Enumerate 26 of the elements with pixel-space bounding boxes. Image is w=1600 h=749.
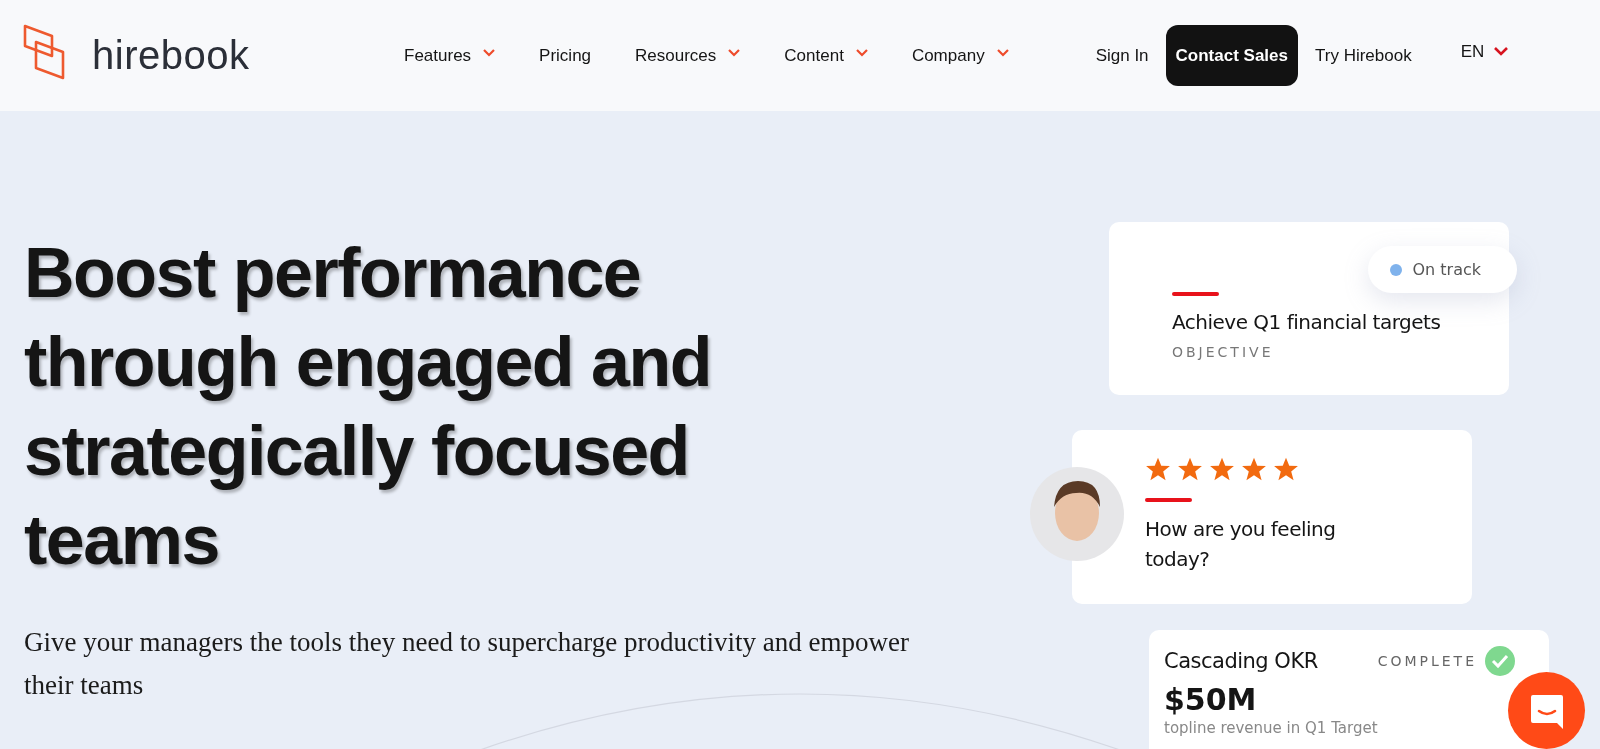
star-icon xyxy=(1209,456,1235,482)
nav-link[interactable]: Resources xyxy=(635,45,741,66)
nav-link[interactable]: Company xyxy=(911,45,1009,66)
star-icon xyxy=(1145,456,1171,482)
hero-subtitle: Give your managers the tools they need to supercharge productivity and empower their teams xyxy=(24,626,910,702)
star-icon xyxy=(1177,456,1203,482)
brand-name[interactable]: hirebook xyxy=(92,33,250,78)
caret-icon xyxy=(1494,47,1509,56)
objective-title: Achieve Q1 financial targets xyxy=(1172,310,1442,334)
okr-status: COMPLETE xyxy=(1377,653,1477,669)
language-selector[interactable]: EN xyxy=(1454,40,1515,63)
nav-link[interactable]: Content xyxy=(784,45,868,66)
nav-link[interactable]: Pricing xyxy=(539,45,592,66)
feedback-question: How are you feeling today? xyxy=(1145,516,1337,573)
okr-title: Cascading OKR xyxy=(1164,649,1319,673)
okr-caption: topline revenue in Q1 Target xyxy=(1164,719,1379,737)
nav-link[interactable]: Features xyxy=(404,45,496,66)
objective-tag: OBJECTIVE xyxy=(1172,344,1509,360)
star-icon xyxy=(1273,456,1299,482)
hero-title: Boost performance through engaged and strategically focused teams xyxy=(24,233,713,581)
contact-sales-button[interactable]: Contact Sales xyxy=(1165,25,1298,86)
status-label: On track xyxy=(1412,260,1481,279)
okr-value: $50M xyxy=(1164,682,1258,717)
nav-link[interactable]: Try Hirebook xyxy=(1298,45,1429,66)
star-icon xyxy=(1241,456,1267,482)
nav-link[interactable]: Sign In xyxy=(1078,45,1166,66)
